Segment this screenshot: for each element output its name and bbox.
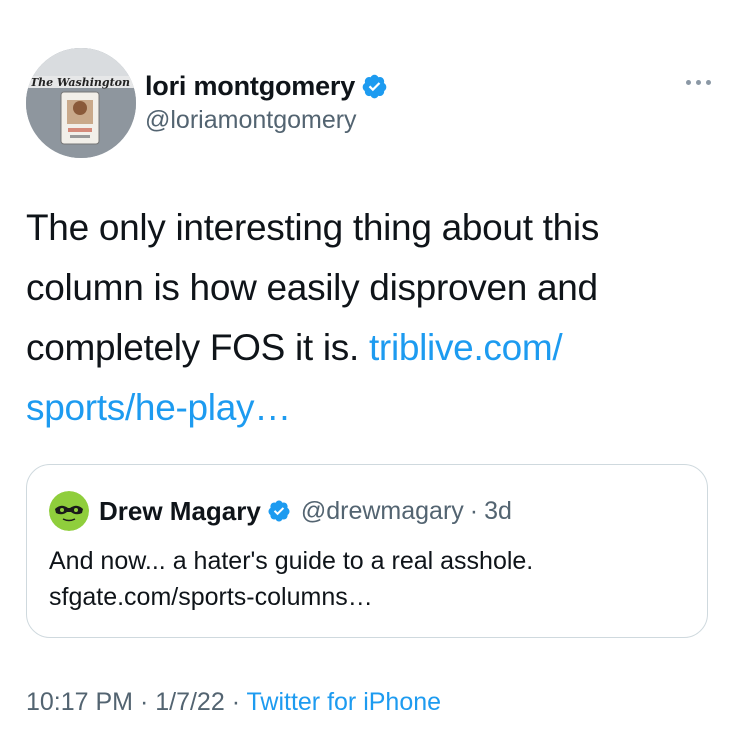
author-avatar[interactable]: The Washington P bbox=[26, 48, 136, 158]
tweet-header: The Washington P lori montgomery @loriam… bbox=[26, 48, 716, 158]
author-handle[interactable]: @loriamontgomery bbox=[145, 106, 388, 135]
tweet-footer: 10:17 PM · 1/7/22 · Twitter for iPhone bbox=[26, 688, 441, 717]
quoted-tweet-text: And now... a hater's guide to a real ass… bbox=[49, 543, 689, 615]
verified-badge-icon bbox=[267, 499, 291, 523]
tweet-time[interactable]: 10:17 PM bbox=[26, 688, 133, 716]
quoted-timestamp[interactable]: 3d bbox=[484, 497, 512, 526]
verified-badge-icon bbox=[361, 73, 388, 100]
more-dots-icon[interactable] bbox=[680, 72, 716, 92]
author-name-row: lori montgomery bbox=[145, 68, 388, 104]
quoted-text-content: And now... a hater's guide to a real ass… bbox=[49, 547, 534, 575]
author-display-name[interactable]: lori montgomery bbox=[145, 71, 355, 102]
footer-separator: · bbox=[133, 688, 156, 716]
footer-separator: · bbox=[224, 688, 247, 716]
dot bbox=[705, 79, 711, 85]
quoted-link[interactable]: sfgate.com/sports-columns… bbox=[49, 579, 689, 615]
quoted-author-avatar[interactable] bbox=[49, 491, 89, 531]
quoted-tweet[interactable]: Drew Magary @drewmagary · 3d And now... … bbox=[26, 464, 708, 638]
tweet-date[interactable]: 1/7/22 bbox=[155, 688, 225, 716]
tweet-source-link[interactable]: Twitter for iPhone bbox=[247, 688, 442, 716]
quoted-separator: · bbox=[469, 496, 479, 525]
tweet-text: The only interesting thing about this co… bbox=[26, 198, 716, 438]
quoted-tweet-header: Drew Magary @drewmagary · 3d bbox=[49, 491, 512, 531]
dot bbox=[685, 79, 691, 85]
quoted-author-display-name[interactable]: Drew Magary bbox=[99, 496, 261, 527]
svg-text:The Washington P: The Washington P bbox=[30, 76, 136, 89]
dot bbox=[695, 79, 701, 85]
quoted-author-handle[interactable]: @drewmagary bbox=[301, 497, 464, 526]
tweet[interactable]: The Washington P lori montgomery @loriam… bbox=[0, 0, 737, 738]
author-block: lori montgomery @loriamontgomery bbox=[145, 68, 388, 135]
